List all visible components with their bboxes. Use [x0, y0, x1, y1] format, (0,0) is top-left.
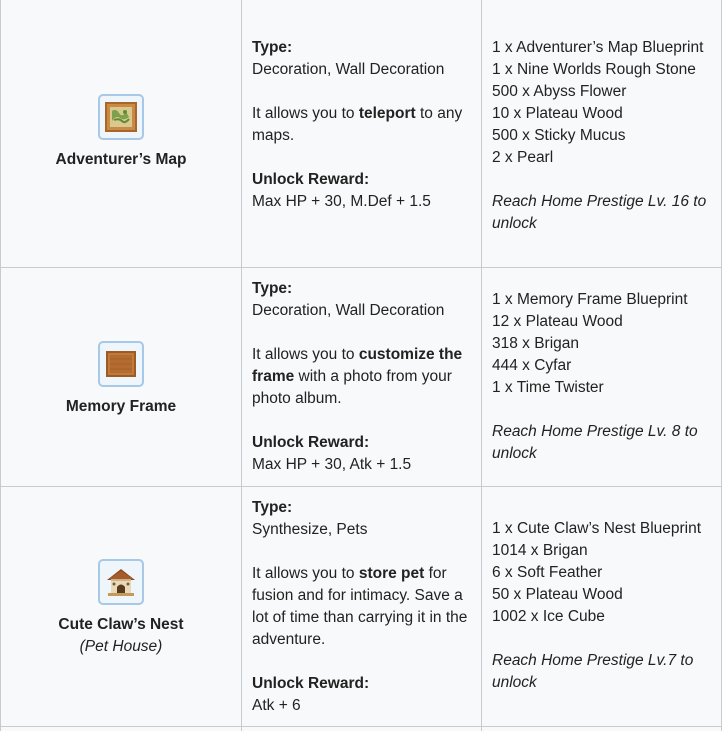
- type-value: Decoration, Wall Decoration: [252, 302, 445, 319]
- material-item: 2 x Pearl: [492, 149, 554, 166]
- material-item: 12 x Plateau Wood: [492, 313, 623, 330]
- reward-label: Unlock Reward:: [252, 434, 370, 451]
- description-highlight: teleport: [358, 105, 416, 122]
- description-cell: Type: Decoration, Wall Decoration It all…: [242, 268, 482, 486]
- item-cell: Adventurer’s Map: [1, 0, 242, 267]
- home-items-table: Adventurer’s Map Type: Decoration, Wall …: [0, 0, 722, 731]
- description-text: It allows you to store pet for fusion an…: [252, 565, 468, 648]
- description-text: It allows you to teleport to any maps.: [252, 105, 463, 144]
- material-item: 1 x Cute Claw’s Nest Blueprint: [492, 520, 702, 537]
- description-text: It allows you to customize the frame wit…: [252, 346, 463, 407]
- pet-house-icon: [98, 559, 144, 605]
- material-item: 500 x Abyss Flower: [492, 83, 627, 100]
- item-name: Adventurer’s Map: [55, 150, 187, 168]
- material-item: 50 x Plateau Wood: [492, 586, 623, 603]
- item-cell: Cute Claw’s Nest (Pet House): [1, 487, 242, 726]
- description-cell: Type: Synthesize, Pets It allows you to …: [242, 487, 482, 726]
- type-label: Type:: [252, 499, 293, 516]
- materials-cell: 1 x Cute Claw’s Nest Blueprint 1014 x Br…: [482, 487, 722, 726]
- item-name: Memory Frame: [65, 397, 177, 415]
- photo-frame-icon: [98, 340, 144, 387]
- table-row: Cute Claw’s Nest (Pet House) Type: Synth…: [1, 487, 722, 727]
- material-item: 1002 x Ice Cube: [492, 608, 605, 625]
- reward-value: Atk + 6: [252, 697, 301, 714]
- table-row: [1, 727, 722, 731]
- materials-cell: 1 x Adventurer’s Map Blueprint 1 x Nine …: [482, 0, 722, 267]
- type-label: Type:: [252, 39, 293, 56]
- type-value: Synthesize, Pets: [252, 521, 368, 538]
- table-row: Adventurer’s Map Type: Decoration, Wall …: [1, 0, 722, 268]
- reward-value: Max HP + 30, M.Def + 1.5: [252, 193, 431, 210]
- map-frame-icon: [98, 93, 144, 140]
- material-item: 10 x Plateau Wood: [492, 105, 623, 122]
- reward-label: Unlock Reward:: [252, 171, 370, 188]
- material-item: 1 x Adventurer’s Map Blueprint: [492, 39, 704, 56]
- material-item: 1 x Memory Frame Blueprint: [492, 291, 688, 308]
- material-item: 1 x Time Twister: [492, 379, 604, 396]
- reward-label: Unlock Reward:: [252, 675, 370, 692]
- material-item: 1 x Nine Worlds Rough Stone: [492, 61, 696, 78]
- material-item: 500 x Sticky Mucus: [492, 127, 626, 144]
- unlock-note: Reach Home Prestige Lv. 16 to unlock: [492, 193, 707, 232]
- description-cell: Type: Decoration, Wall Decoration It all…: [242, 0, 482, 267]
- item-cell: Memory Frame: [1, 268, 242, 486]
- type-value: Decoration, Wall Decoration: [252, 61, 445, 78]
- unlock-note: Reach Home Prestige Lv.7 to unlock: [492, 652, 694, 691]
- type-label: Type:: [252, 280, 293, 297]
- material-item: 318 x Brigan: [492, 335, 580, 352]
- unlock-note: Reach Home Prestige Lv. 8 to unlock: [492, 423, 698, 462]
- reward-value: Max HP + 30, Atk + 1.5: [252, 456, 412, 473]
- material-item: 1014 x Brigan: [492, 542, 588, 559]
- material-item: 444 x Cyfar: [492, 357, 572, 374]
- item-name: Cute Claw’s Nest: [58, 616, 184, 633]
- item-subtitle: (Pet House): [79, 638, 163, 655]
- material-item: 6 x Soft Feather: [492, 564, 603, 581]
- materials-cell: 1 x Memory Frame Blueprint 12 x Plateau …: [482, 268, 722, 486]
- table-row: Memory Frame Type: Decoration, Wall Deco…: [1, 268, 722, 487]
- description-highlight: store pet: [358, 565, 425, 582]
